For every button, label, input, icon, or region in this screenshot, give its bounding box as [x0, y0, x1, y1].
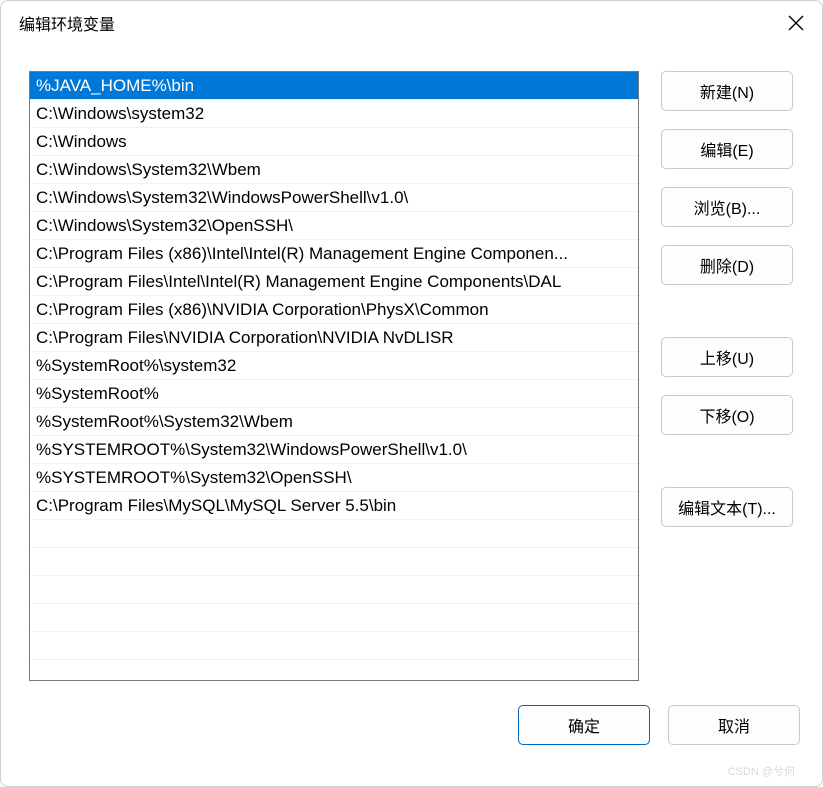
new-button[interactable]: 新建(N): [661, 71, 793, 111]
list-item[interactable]: C:\Program Files\NVIDIA Corporation\NVID…: [30, 324, 638, 352]
move-down-button[interactable]: 下移(O): [661, 395, 793, 435]
list-item[interactable]: C:\Windows\System32\OpenSSH\: [30, 212, 638, 240]
list-item[interactable]: C:\Windows\system32: [30, 100, 638, 128]
cancel-button[interactable]: 取消: [668, 705, 800, 745]
empty-row: [30, 632, 638, 660]
list-item[interactable]: C:\Program Files (x86)\NVIDIA Corporatio…: [30, 296, 638, 324]
list-item[interactable]: %SYSTEMROOT%\System32\WindowsPowerShell\…: [30, 436, 638, 464]
main-row: %JAVA_HOME%\binC:\Windows\system32C:\Win…: [29, 71, 800, 681]
list-item[interactable]: C:\Windows: [30, 128, 638, 156]
empty-row: [30, 520, 638, 548]
list-item[interactable]: %SystemRoot%: [30, 380, 638, 408]
footer-buttons: 确定 取消: [29, 705, 800, 745]
list-item[interactable]: C:\Program Files (x86)\Intel\Intel(R) Ma…: [30, 240, 638, 268]
list-item[interactable]: C:\Program Files\Intel\Intel(R) Manageme…: [30, 268, 638, 296]
ok-button[interactable]: 确定: [518, 705, 650, 745]
path-listbox[interactable]: %JAVA_HOME%\binC:\Windows\system32C:\Win…: [29, 71, 639, 681]
list-item[interactable]: %SYSTEMROOT%\System32\OpenSSH\: [30, 464, 638, 492]
empty-row: [30, 576, 638, 604]
move-up-button[interactable]: 上移(U): [661, 337, 793, 377]
empty-row: [30, 548, 638, 576]
edit-button[interactable]: 编辑(E): [661, 129, 793, 169]
window-title: 编辑环境变量: [19, 11, 115, 35]
dialog-window: 编辑环境变量 %JAVA_HOME%\binC:\Windows\system3…: [0, 0, 823, 787]
list-item[interactable]: %JAVA_HOME%\bin: [30, 72, 638, 100]
empty-row: [30, 604, 638, 632]
list-item[interactable]: C:\Windows\System32\Wbem: [30, 156, 638, 184]
list-item[interactable]: C:\Windows\System32\WindowsPowerShell\v1…: [30, 184, 638, 212]
list-item[interactable]: %SystemRoot%\System32\Wbem: [30, 408, 638, 436]
list-item[interactable]: %SystemRoot%\system32: [30, 352, 638, 380]
close-icon[interactable]: [788, 15, 804, 31]
browse-button[interactable]: 浏览(B)...: [661, 187, 793, 227]
side-button-column: 新建(N) 编辑(E) 浏览(B)... 删除(D) 上移(U) 下移(O) 编…: [661, 71, 793, 681]
titlebar: 编辑环境变量: [1, 1, 822, 45]
list-item[interactable]: C:\Program Files\MySQL\MySQL Server 5.5\…: [30, 492, 638, 520]
delete-button[interactable]: 删除(D): [661, 245, 793, 285]
edit-text-button[interactable]: 编辑文本(T)...: [661, 487, 793, 527]
content-area: %JAVA_HOME%\binC:\Windows\system32C:\Win…: [1, 45, 822, 786]
